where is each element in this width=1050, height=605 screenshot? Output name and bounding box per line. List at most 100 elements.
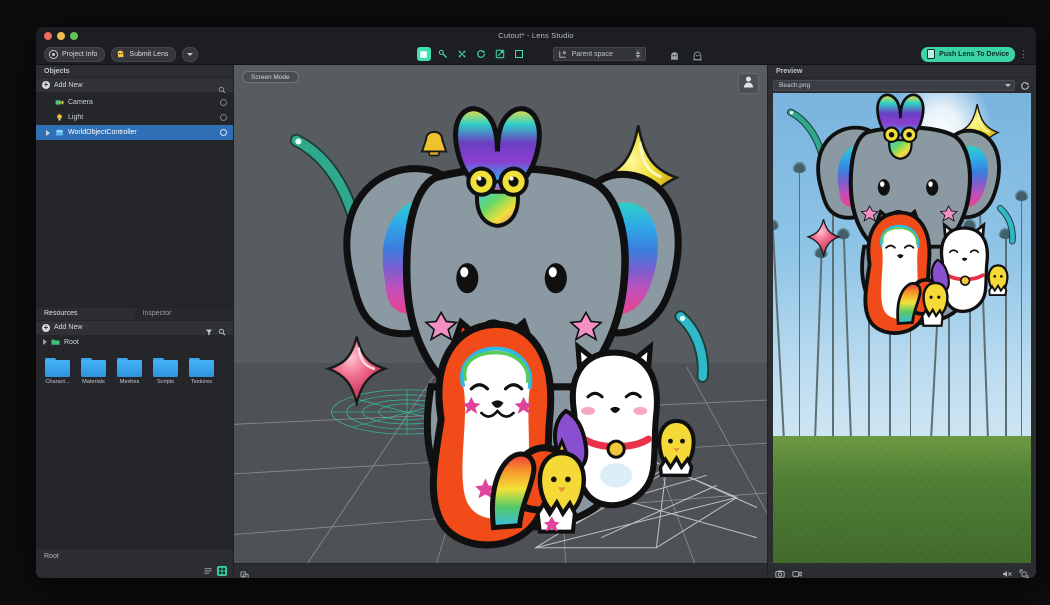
refresh-icon[interactable] (1019, 80, 1031, 91)
ghost-preview-2-icon[interactable] (692, 49, 703, 61)
record-video-icon[interactable] (792, 566, 802, 577)
mute-audio-icon[interactable] (1002, 566, 1012, 577)
folder-label: Scripts (156, 378, 175, 385)
resources-add-new-row: + Add New (36, 320, 233, 336)
preview-stage[interactable] (773, 93, 1031, 563)
fullscreen-icon[interactable] (1019, 566, 1029, 578)
resources-search-icon[interactable] (218, 323, 227, 336)
toolbar-right-group: Push Lens To Device ⋮ (921, 46, 1028, 62)
folder-icon (81, 357, 106, 377)
scale-tool-button[interactable] (493, 47, 507, 61)
rotate-tool-button[interactable] (474, 47, 488, 61)
teal-swoosh-2-decoration (996, 204, 1016, 245)
pink-sparkle-decoration (806, 219, 841, 259)
layers-toggle-icon[interactable] (240, 567, 249, 578)
resources-root-row[interactable]: Root (36, 336, 233, 349)
folder-label: Materials (82, 378, 105, 385)
project-info-button[interactable]: Project Info (44, 46, 106, 62)
window-title: Cutout* - Lens Studio (498, 31, 574, 40)
scene-artwork (289, 106, 710, 549)
folder-label: Charact... (45, 378, 70, 385)
preview-source-row: Beach.png (768, 78, 1036, 93)
object-label: WorldObjectController (68, 129, 137, 136)
list-view-toggle[interactable] (203, 566, 213, 576)
plus-circle-icon[interactable]: + (42, 323, 50, 332)
folder-item[interactable]: Textures (188, 357, 215, 386)
grid-view-toggle[interactable] (217, 565, 227, 576)
objects-add-new-row: + Add New (36, 78, 233, 93)
snapshot-icon[interactable] (775, 566, 785, 578)
eye-toggle-icon[interactable] (220, 114, 227, 121)
folder-grid: Charact... Materials Meshes Scripts Text… (36, 349, 233, 386)
chevron-down-icon (187, 52, 194, 56)
stepper-icon[interactable] (634, 48, 642, 60)
submit-lens-label: Submit Lens (129, 50, 169, 58)
folder-item[interactable]: Charact... (44, 357, 71, 386)
resources-browser[interactable]: Root Charact... Materials Meshes Scripts… (36, 335, 233, 548)
coordinate-space-selector[interactable]: Parent space (552, 47, 646, 61)
light-bulb-icon (55, 113, 64, 122)
folder-icon (189, 357, 214, 377)
push-lens-to-device-button[interactable]: Push Lens To Device (921, 46, 1015, 62)
workspace: Objects + Add New Camera Light WorldObje… (36, 65, 1036, 578)
move-tool-button[interactable] (455, 47, 469, 61)
lens-studio-window: Cutout* - Lens Studio Project Info Submi… (36, 27, 1036, 578)
bounding-box-tool-button[interactable] (512, 47, 526, 61)
eye-toggle-icon[interactable] (220, 129, 227, 136)
submit-lens-button[interactable]: Submit Lens (111, 46, 177, 62)
vertical-dots-icon[interactable]: ⋮ (1019, 50, 1028, 59)
chick-character-small (657, 418, 696, 478)
object-node-icon (55, 128, 64, 137)
object-row-light[interactable]: Light (36, 110, 233, 125)
viewport-footer (234, 563, 767, 578)
person-silhouette-icon (742, 75, 755, 93)
preview-artwork (786, 93, 1016, 335)
chick-character-small (987, 264, 1009, 296)
push-lens-label: Push Lens To Device (939, 50, 1009, 58)
objects-search-icon[interactable] (218, 81, 227, 93)
resources-view-toggles (36, 563, 233, 578)
resources-add-new-label[interactable]: Add New (54, 324, 82, 331)
chevron-down-icon (1005, 84, 1011, 87)
object-row-worldobjectcontroller[interactable]: WorldObjectController (36, 125, 233, 140)
folder-icon (153, 357, 178, 377)
folder-label: Meshes (119, 378, 140, 385)
tab-resources[interactable]: Resources (36, 307, 135, 320)
pink-sparkle-decoration (324, 336, 389, 408)
avatar-preview-button[interactable] (738, 73, 759, 94)
objects-add-new-label[interactable]: Add New (54, 82, 82, 89)
title-bar: Cutout* - Lens Studio (36, 27, 1036, 44)
preview-panel: Preview Beach.png (768, 65, 1036, 578)
coordinate-space-label: Parent space (571, 50, 613, 58)
camera-icon (55, 98, 64, 107)
ghost-preview-1-icon[interactable] (669, 49, 680, 60)
main-toolbar: Project Info Submit Lens Parent space Pu… (36, 44, 1036, 65)
pan-tool-button[interactable] (436, 47, 450, 61)
submit-lens-dropdown-button[interactable] (182, 46, 199, 62)
objects-tree[interactable]: Camera Light WorldObjectController (36, 93, 233, 308)
axis-icon (558, 50, 568, 59)
eye-toggle-icon[interactable] (220, 99, 227, 106)
3d-viewport[interactable]: Screen Mode (233, 65, 768, 578)
tab-inspector[interactable]: Inspector (134, 307, 233, 320)
teal-swoosh-2-decoration (674, 310, 710, 383)
funnel-filter-icon[interactable] (205, 323, 214, 336)
folder-root-icon (51, 338, 60, 347)
expand-chevron-icon[interactable] (43, 339, 47, 345)
select-tool-button[interactable] (416, 47, 431, 61)
preview-source-select[interactable]: Beach.png (773, 80, 1015, 91)
folder-item[interactable]: Meshes (116, 357, 143, 386)
folder-item[interactable]: Scripts (152, 357, 179, 386)
screen-mode-button[interactable]: Screen Mode (242, 71, 299, 83)
resources-tabs: Resources Inspector (36, 307, 233, 321)
object-label: Camera (68, 99, 93, 106)
ghost-icon (116, 50, 125, 59)
preview-source-value: Beach.png (779, 82, 811, 89)
folder-icon (117, 357, 142, 377)
transform-tools-group: Parent space (204, 47, 915, 61)
object-row-camera[interactable]: Camera (36, 95, 233, 110)
folder-item[interactable]: Materials (80, 357, 107, 386)
expand-chevron-icon[interactable] (46, 129, 50, 136)
project-info-label: Project Info (62, 50, 98, 58)
plus-circle-icon[interactable]: + (42, 81, 50, 89)
